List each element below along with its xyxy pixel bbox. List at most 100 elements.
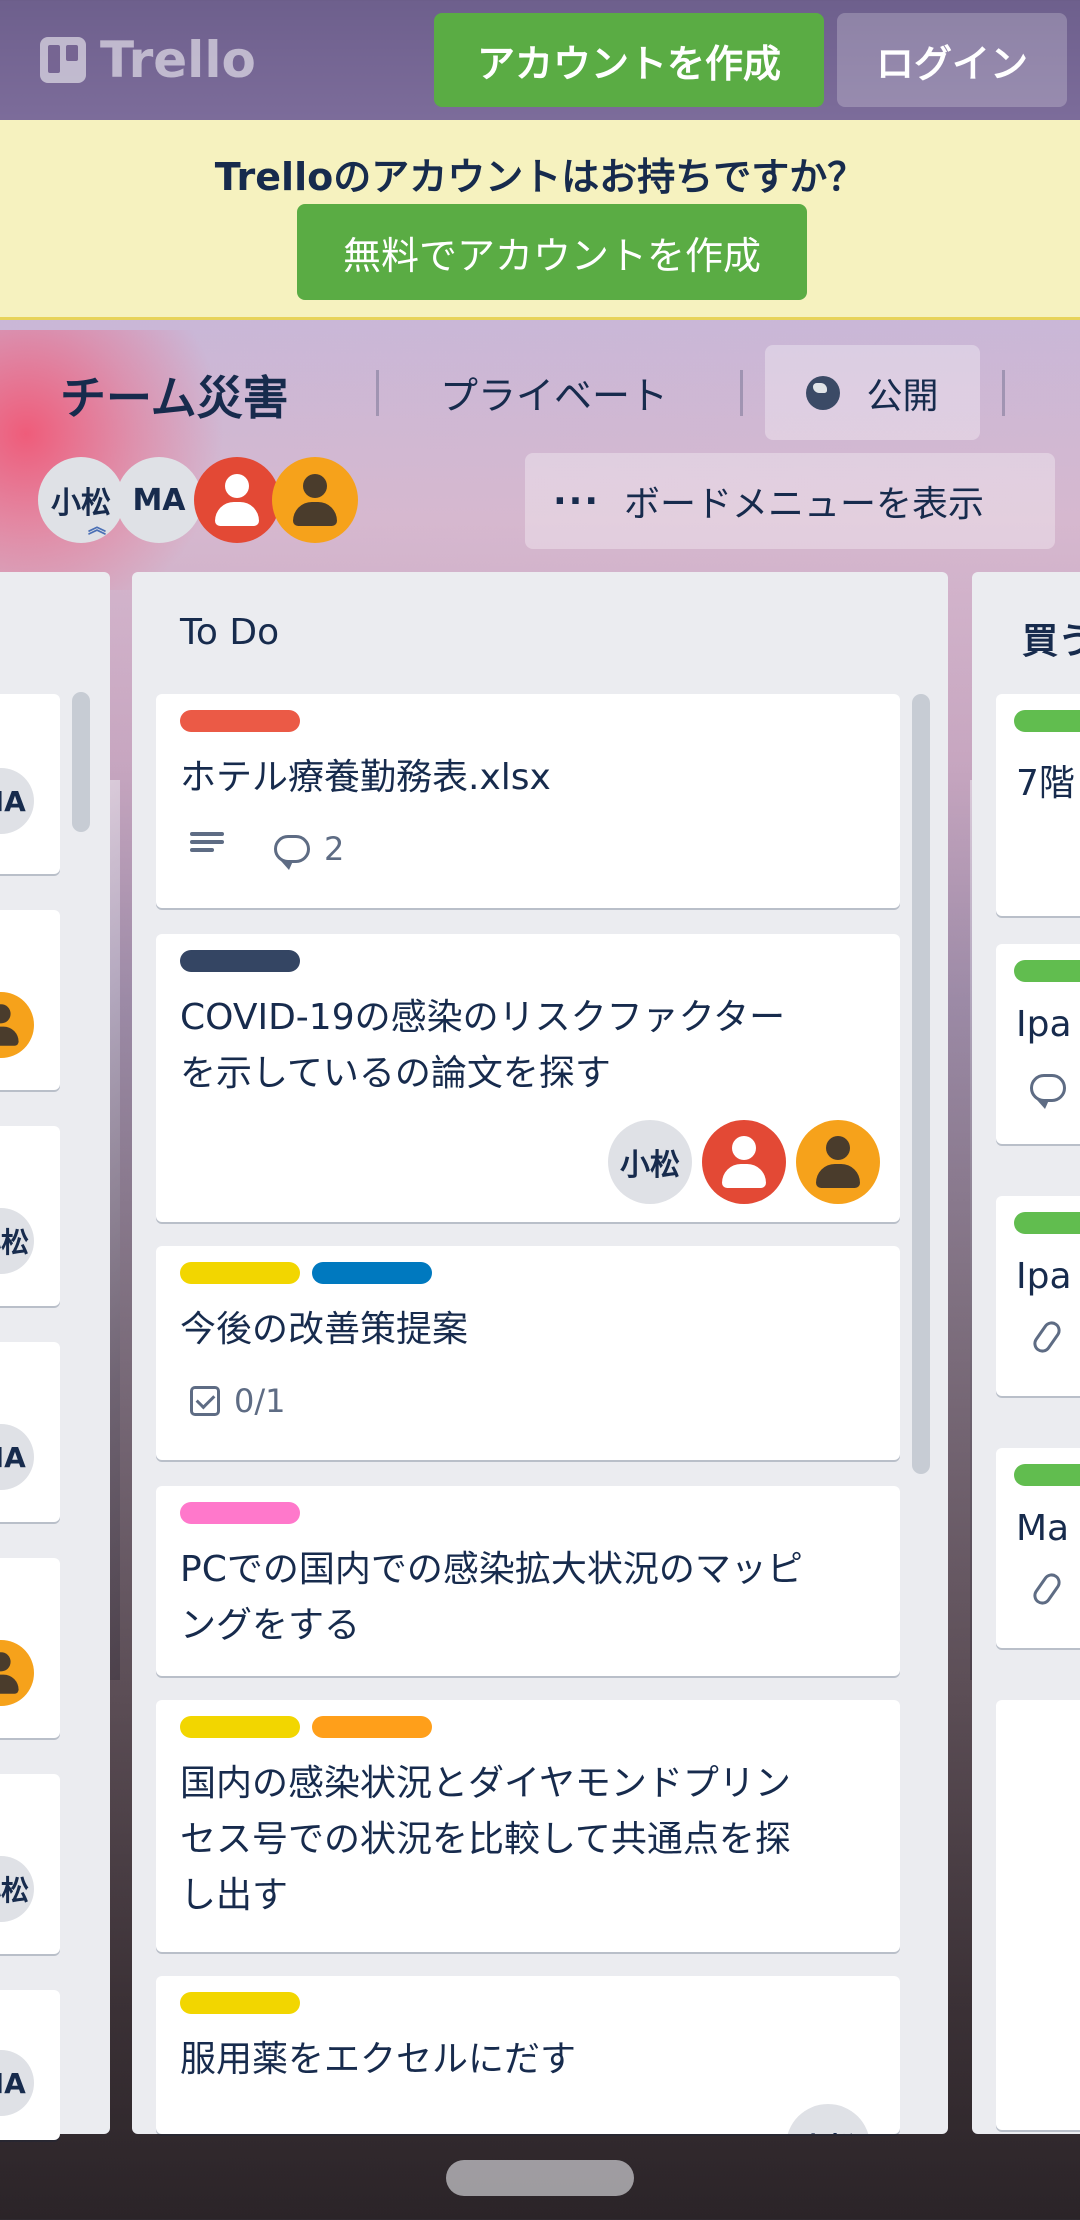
- card[interactable]: MA: [0, 1342, 60, 1522]
- card-title: ホテル療養勤務表.xlsx: [180, 757, 551, 798]
- board-menu-label: ボードメニューを表示: [624, 484, 985, 525]
- user-icon: [714, 1132, 774, 1192]
- free-signup-button[interactable]: 無料でアカウントを作成: [297, 204, 807, 300]
- user-icon: [0, 1649, 25, 1697]
- header-divider: [376, 370, 379, 416]
- header-divider: [740, 370, 743, 416]
- member-avatar[interactable]: [272, 457, 358, 543]
- board-title[interactable]: チーム災害: [60, 362, 289, 428]
- card[interactable]: 7階: [996, 694, 1080, 916]
- list-scrollbar[interactable]: [72, 692, 90, 832]
- user-icon: [0, 1001, 25, 1049]
- avatar-initials: 小松: [0, 1226, 29, 1259]
- card[interactable]: 服用薬をエクセルにだす 小松: [156, 1976, 900, 2134]
- card-label-orange: [312, 1716, 432, 1738]
- checklist-count: 0/1: [234, 1382, 286, 1420]
- card[interactable]: Ipa: [996, 1196, 1080, 1396]
- banner-text: Trelloのアカウントはお持ちですか？: [214, 155, 866, 199]
- member-avatar[interactable]: MA: [116, 457, 202, 543]
- card-label-yellow: [180, 1262, 300, 1284]
- avatar-initials: 小松: [798, 2124, 858, 2134]
- card[interactable]: [0, 910, 60, 1090]
- card[interactable]: Ma: [996, 1448, 1080, 1648]
- card[interactable]: 国内の感染状況とダイヤモンドプリン セス号での状況を比較して共通点を探 し出す: [156, 1700, 900, 1952]
- list-title[interactable]: 買う: [1022, 612, 1080, 664]
- avatar-initials: MA: [0, 1440, 26, 1474]
- header-divider: [1002, 370, 1005, 416]
- signup-button[interactable]: アカウントを作成: [434, 13, 824, 107]
- checklist-icon: [190, 1386, 220, 1416]
- card[interactable]: MA: [0, 1990, 60, 2140]
- card-label-yellow: [180, 1992, 300, 2014]
- member-avatar[interactable]: 小松 ︽: [38, 457, 124, 543]
- card[interactable]: 小松: [0, 1126, 60, 1306]
- card-member-avatar: [0, 992, 34, 1058]
- card-member-avatar: 小松: [608, 1120, 692, 1204]
- card-title: 国内の感染状況とダイヤモンドプリン セス号での状況を比較して共通点を探 し出す: [180, 1756, 880, 1924]
- card-member-avatar: 小松: [0, 1208, 34, 1274]
- card-label-green: [1014, 710, 1080, 732]
- checklist-badge: 0/1: [190, 1382, 286, 1420]
- card[interactable]: PCでの国内での感染拡大状況のマッピ ングをする: [156, 1486, 900, 1676]
- card-label-red: [180, 710, 300, 732]
- card-member-avatar: MA: [0, 1424, 34, 1490]
- card-member-avatar: MA: [0, 2050, 34, 2116]
- card[interactable]: [996, 1700, 1080, 2130]
- card-member-avatar: 小松: [786, 2104, 870, 2134]
- card[interactable]: Ipa: [996, 944, 1080, 1144]
- card-label-green: [1014, 960, 1080, 982]
- card-title: 7階: [1016, 763, 1075, 804]
- public-button[interactable]: 公開: [765, 345, 980, 440]
- card-member-avatar: MA: [0, 768, 34, 834]
- list-scrollbar[interactable]: [912, 694, 930, 1474]
- card-label-pink: [180, 1502, 300, 1524]
- top-bar: Trello アカウントを作成 ログイン: [0, 0, 1080, 120]
- card-title: COVID-19の感染のリスクファクター を示しているの論文を探す: [180, 990, 880, 1102]
- card-title-line: PCでの国内での感染拡大状況のマッピ: [180, 1549, 803, 1590]
- card-title: Ma: [1016, 1508, 1070, 1549]
- avatar-initials: MA: [0, 784, 26, 818]
- list-left: MA 小松 MA 小松 MA: [0, 572, 110, 2140]
- more-icon: ···: [553, 480, 601, 522]
- globe-icon: [806, 375, 841, 410]
- card-title: Ipa: [1016, 1256, 1072, 1297]
- card-title: PCでの国内での感染拡大状況のマッピ ングをする: [180, 1542, 880, 1654]
- card-label-green: [1014, 1212, 1080, 1234]
- card[interactable]: MA: [0, 694, 60, 874]
- card[interactable]: COVID-19の感染のリスクファクター を示しているの論文を探す 小松: [156, 934, 900, 1222]
- card-title: 服用薬をエクセルにだす: [180, 2039, 577, 2080]
- card[interactable]: 小松: [0, 1774, 60, 1954]
- public-label: 公開: [866, 375, 939, 417]
- description-icon: [190, 830, 224, 856]
- card-member-avatar: [0, 1640, 34, 1706]
- card-member-avatar: 小松: [0, 1856, 34, 1922]
- list-title[interactable]: To Do: [180, 612, 279, 653]
- card-members: 小松: [608, 1120, 880, 1204]
- card-label-blue: [312, 1262, 432, 1284]
- board-visibility[interactable]: プライベート: [440, 365, 668, 420]
- card-title-line: 国内の感染状況とダイヤモンドプリン: [180, 1763, 791, 1804]
- logo-text: Trello: [100, 31, 256, 89]
- signup-banner: Trelloのアカウントはお持ちですか？ 無料でアカウントを作成: [0, 120, 1080, 320]
- card[interactable]: [0, 1558, 60, 1738]
- trello-logo-icon: [40, 37, 86, 83]
- card[interactable]: ホテル療養勤務表.xlsx 2: [156, 694, 900, 908]
- card-member-avatar: [702, 1120, 786, 1204]
- attachment-icon: [1029, 1569, 1065, 1609]
- login-button[interactable]: ログイン: [837, 13, 1067, 107]
- card-title-line: し出す: [180, 1875, 289, 1916]
- description-badge: [190, 830, 224, 856]
- comment-count: 2: [324, 830, 345, 868]
- member-initials: MA: [132, 482, 186, 518]
- card-label-navy: [180, 950, 300, 972]
- card-title-line: を示しているの論文を探す: [180, 1053, 611, 1094]
- board-menu-button[interactable]: ··· ボードメニューを表示: [525, 453, 1055, 549]
- trello-logo[interactable]: Trello: [40, 28, 256, 92]
- user-icon: [285, 470, 345, 530]
- card[interactable]: 今後の改善策提案 0/1: [156, 1246, 900, 1460]
- member-avatar[interactable]: [194, 457, 280, 543]
- avatar-initials: 小松: [0, 1874, 29, 1907]
- card-member-avatar: [796, 1120, 880, 1204]
- attachment-icon: [1029, 1317, 1065, 1357]
- home-indicator[interactable]: [446, 2160, 634, 2196]
